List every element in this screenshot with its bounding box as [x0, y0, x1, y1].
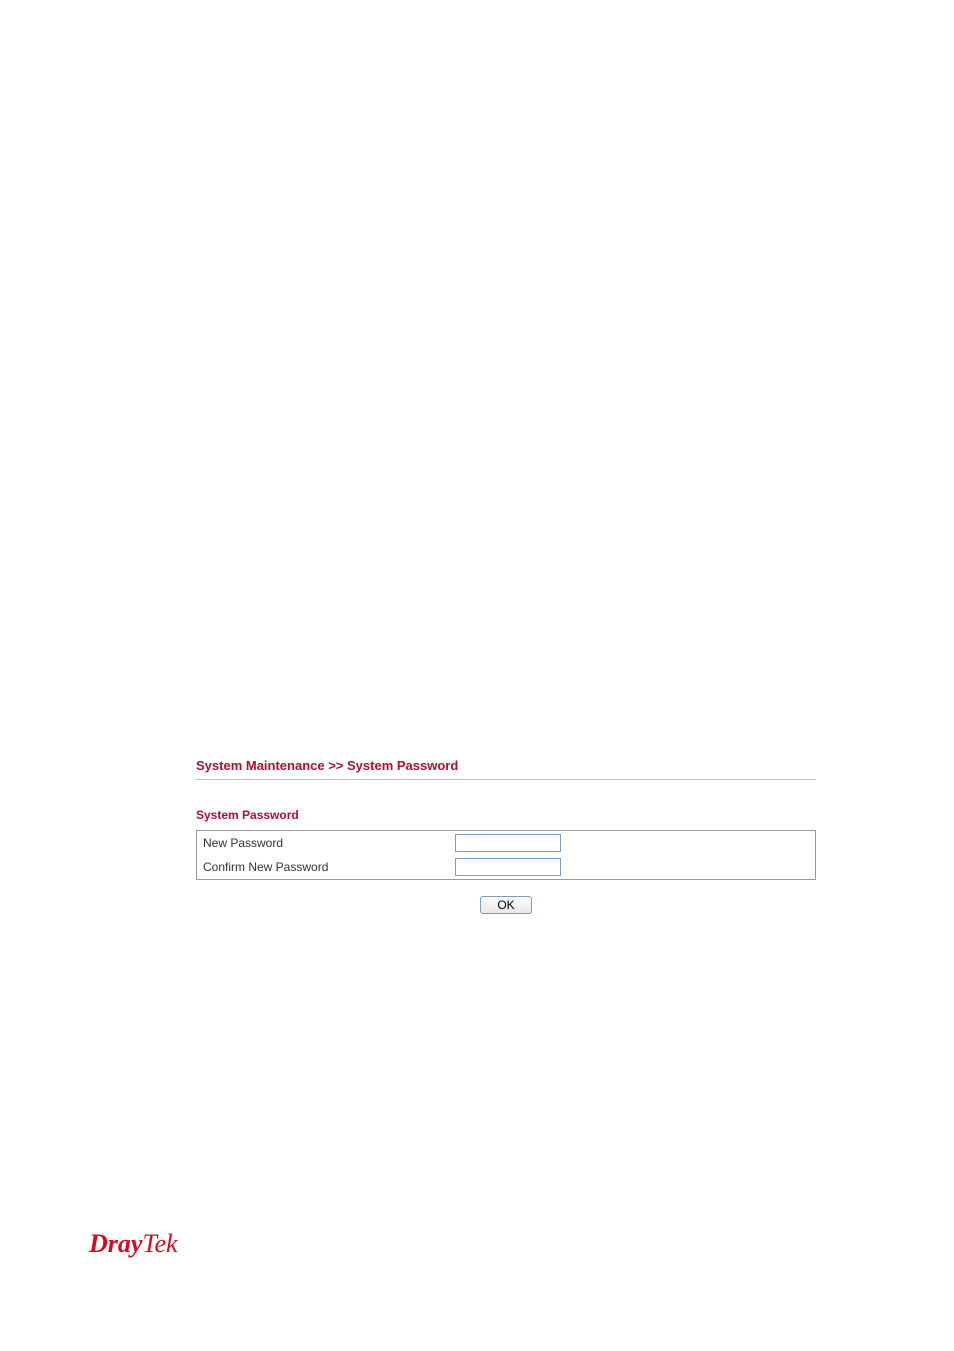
password-panel: System Maintenance >> System Password Sy… [196, 758, 816, 914]
password-form-table: New Password Confirm New Password [196, 830, 816, 880]
logo-light-part: Tek [142, 1229, 177, 1258]
confirm-password-label: Confirm New Password [197, 855, 450, 880]
ok-button[interactable]: OK [480, 896, 531, 914]
new-password-cell [449, 831, 816, 856]
logo-bold-part: Dray [89, 1229, 142, 1258]
section-title: System Password [196, 808, 816, 822]
table-row: Confirm New Password [197, 855, 816, 880]
new-password-input[interactable] [455, 834, 561, 852]
footer-logo: DrayTek [89, 1228, 178, 1259]
breadcrumb: System Maintenance >> System Password [196, 758, 816, 780]
confirm-password-cell [449, 855, 816, 880]
confirm-password-input[interactable] [455, 858, 561, 876]
button-row: OK [196, 896, 816, 914]
table-row: New Password [197, 831, 816, 856]
new-password-label: New Password [197, 831, 450, 856]
